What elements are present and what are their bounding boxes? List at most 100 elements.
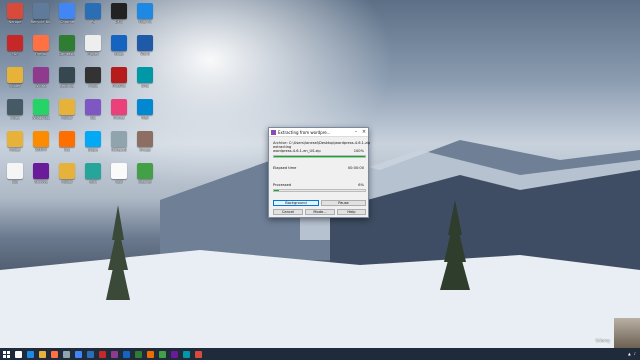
desktop-icon-label: FileZilla bbox=[112, 84, 126, 88]
desktop-icon[interactable]: Paint bbox=[80, 163, 106, 184]
taskbar-app[interactable] bbox=[144, 348, 156, 360]
desktop-icon-label: Archive bbox=[34, 180, 48, 184]
taskbar-app-icon bbox=[194, 350, 202, 358]
desktop-icon[interactable]: Recycle Bin bbox=[28, 3, 54, 24]
taskbar-app[interactable] bbox=[108, 348, 120, 360]
desktop-icon[interactable]: Player bbox=[80, 35, 106, 56]
taskbar-app[interactable] bbox=[48, 348, 60, 360]
desktop-icon[interactable]: Chrome bbox=[54, 3, 80, 24]
mode-button[interactable]: Mode... bbox=[305, 209, 335, 215]
taskbar-app[interactable] bbox=[72, 348, 84, 360]
app-icon bbox=[7, 163, 23, 179]
app-icon bbox=[111, 99, 127, 115]
taskbar-app[interactable] bbox=[12, 348, 24, 360]
taskbar-app-icon bbox=[170, 350, 178, 358]
desktop-icon[interactable]: Firefox bbox=[28, 35, 54, 56]
close-button[interactable]: × bbox=[360, 128, 368, 136]
desktop-icon-label: Folder bbox=[9, 148, 21, 152]
elapsed-value: 00:00:00 bbox=[347, 166, 364, 170]
cancel-button[interactable]: Cancel bbox=[273, 209, 303, 215]
desktop-icon[interactable]: Edge bbox=[106, 35, 132, 56]
taskbar-app[interactable] bbox=[36, 348, 48, 360]
desktop-icon[interactable]: Mail bbox=[132, 99, 158, 120]
desktop-icon[interactable]: Notepad bbox=[106, 131, 132, 152]
desktop-icon-label: Mail bbox=[141, 116, 149, 120]
file-percent: 100% bbox=[353, 149, 364, 153]
taskbar-app-icon bbox=[86, 350, 94, 358]
desktop-icon[interactable]: iTunes bbox=[106, 99, 132, 120]
desktop-icon[interactable]: Settings bbox=[54, 67, 80, 88]
desktop-icon[interactable]: XAMPP bbox=[28, 131, 54, 152]
desktop-icon[interactable]: VLC bbox=[54, 131, 80, 152]
taskbar-app[interactable] bbox=[120, 348, 132, 360]
network-icon[interactable]: ▲ bbox=[628, 352, 631, 356]
desktop-icon[interactable]: Folder bbox=[2, 131, 28, 152]
desktop-icon[interactable]: Video bbox=[2, 99, 28, 120]
desktop-icon[interactable]: Text bbox=[106, 163, 132, 184]
desktop-icon-label: Zip bbox=[90, 116, 96, 120]
desktop-icon[interactable]: Word bbox=[132, 35, 158, 56]
desktop-icon[interactable]: Camtasia bbox=[54, 35, 80, 56]
dialog-title: Extracting from wordpre... bbox=[278, 129, 331, 135]
desktop-icon-label: DMX bbox=[114, 20, 124, 24]
desktop-icon[interactable]: Folder bbox=[54, 99, 80, 120]
taskbar-app[interactable] bbox=[168, 348, 180, 360]
file-progress-bar bbox=[273, 155, 366, 158]
desktop-icon[interactable]: Snip bbox=[132, 67, 158, 88]
app-icon bbox=[7, 35, 23, 51]
app-icon bbox=[137, 131, 153, 147]
taskbar: ▲ ♪ bbox=[0, 348, 640, 360]
desktop-icon[interactable]: Skype bbox=[80, 131, 106, 152]
background-button[interactable]: Background bbox=[273, 200, 319, 206]
desktop-icon[interactable]: Image bbox=[132, 131, 158, 152]
desktop-icon-label: Notepad bbox=[111, 148, 127, 152]
desktop-icon[interactable]: Nerope bbox=[2, 3, 28, 24]
help-button[interactable]: Help bbox=[337, 209, 366, 215]
app-icon bbox=[111, 35, 127, 51]
desktop-icon-label: Cleaner bbox=[138, 180, 152, 184]
pause-button[interactable]: Pause bbox=[321, 200, 366, 206]
desktop-icon[interactable]: This PC bbox=[132, 3, 158, 24]
volume-icon[interactable]: ♪ bbox=[634, 352, 636, 356]
desktop-icon[interactable]: WhatsApp bbox=[28, 99, 54, 120]
desktop-icon-label: Folder bbox=[61, 180, 73, 184]
app-icon bbox=[33, 163, 49, 179]
app-icon bbox=[85, 67, 101, 83]
desktop-icon[interactable]: Doc bbox=[2, 163, 28, 184]
desktop-icon[interactable]: PDF bbox=[2, 35, 28, 56]
processed-percent: 6% bbox=[358, 183, 364, 187]
desktop-icon[interactable]: DMX bbox=[106, 3, 132, 24]
desktop-icon[interactable]: Cleaner bbox=[132, 163, 158, 184]
taskbar-app[interactable] bbox=[84, 348, 96, 360]
desktop-icon[interactable]: Folder bbox=[54, 163, 80, 184]
taskbar-app-icon bbox=[74, 350, 82, 358]
desktop-icon-label: iTunes bbox=[113, 116, 125, 120]
desktop-icon[interactable]: Folder bbox=[2, 67, 28, 88]
app-icon bbox=[111, 163, 127, 179]
desktop-icon[interactable]: Winrar bbox=[28, 67, 54, 88]
app-icon bbox=[137, 163, 153, 179]
app-icon bbox=[33, 67, 49, 83]
desktop-icon[interactable]: Zip bbox=[80, 99, 106, 120]
taskbar-app[interactable] bbox=[24, 348, 36, 360]
app-icon bbox=[59, 99, 75, 115]
desktop-icon-label: Doc bbox=[11, 180, 19, 184]
taskbar-app[interactable] bbox=[60, 348, 72, 360]
taskbar-app[interactable] bbox=[96, 348, 108, 360]
app-icon bbox=[33, 35, 49, 51]
app-icon bbox=[85, 35, 101, 51]
dialog-titlebar[interactable]: Extracting from wordpre... – × bbox=[269, 128, 368, 137]
desktop-icon[interactable]: Ps bbox=[80, 3, 106, 24]
taskbar-app-icon bbox=[50, 350, 58, 358]
taskbar-app[interactable] bbox=[156, 348, 168, 360]
desktop-icon[interactable]: Archive bbox=[28, 163, 54, 184]
desktop-icon[interactable]: FileZilla bbox=[106, 67, 132, 88]
desktop-icon-label: Snip bbox=[141, 84, 149, 88]
minimize-button[interactable]: – bbox=[352, 128, 360, 136]
taskbar-app[interactable] bbox=[192, 348, 204, 360]
taskbar-app[interactable] bbox=[132, 348, 144, 360]
desktop-icon-label: Skype bbox=[87, 148, 99, 152]
taskbar-app[interactable] bbox=[180, 348, 192, 360]
desktop-icon[interactable]: Photo bbox=[80, 67, 106, 88]
start-button[interactable] bbox=[0, 348, 12, 360]
